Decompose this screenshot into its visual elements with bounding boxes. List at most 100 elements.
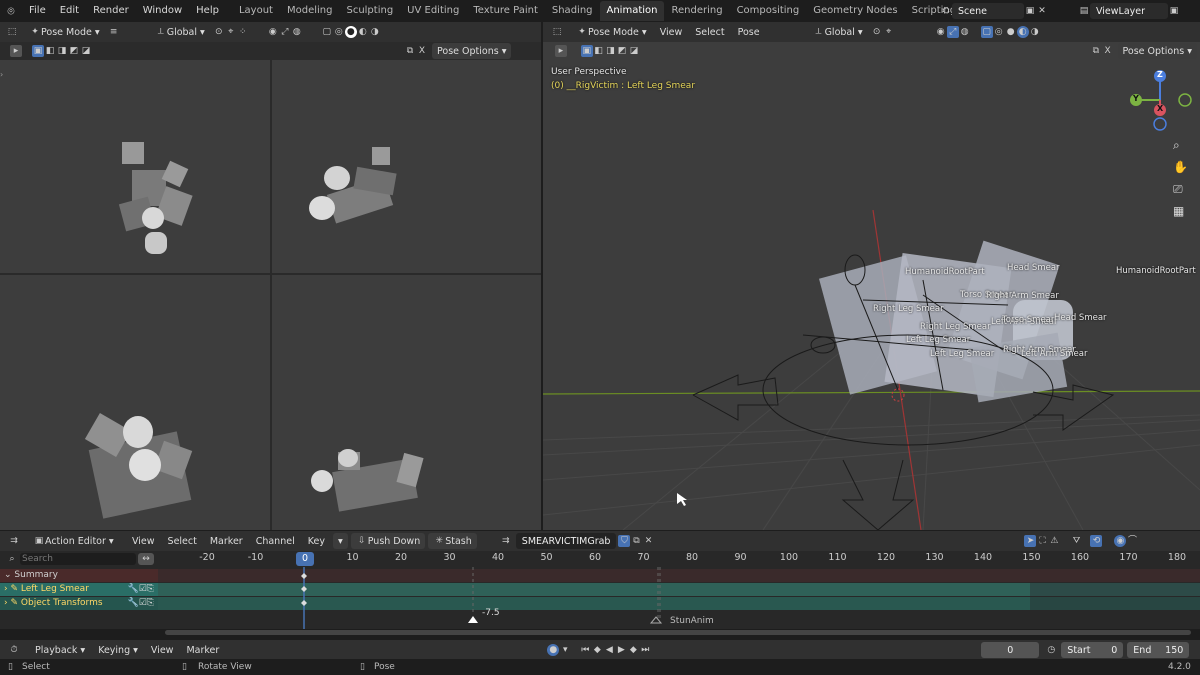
main-visibility-icon[interactable]: ◉ <box>935 26 947 38</box>
main-pose-options-button[interactable]: Pose Options ▾ <box>1117 43 1197 59</box>
delete-scene-icon[interactable]: ✕ <box>1036 5 1048 17</box>
overlay-icon[interactable]: ◍ <box>291 26 303 38</box>
tab-compositing[interactable]: Compositing <box>730 1 807 21</box>
main-pivot-icon[interactable]: ⊙ <box>871 26 883 38</box>
horizontal-scrollbar[interactable] <box>165 630 1191 635</box>
tl-menu-view[interactable]: View <box>146 642 179 658</box>
main-solid-shading-icon[interactable]: ● <box>1005 26 1017 38</box>
clock-icon[interactable]: ◷ <box>1045 644 1057 656</box>
interpolation-icon[interactable]: ⌒ <box>1126 535 1138 547</box>
main-editor-type-icon[interactable]: ⬚ <box>551 26 563 38</box>
stash-button[interactable]: ✳ Stash <box>428 533 477 549</box>
navigation-gizmo[interactable]: Z Y X <box>1128 66 1192 136</box>
current-frame-field[interactable]: 0 <box>981 642 1040 658</box>
keyframe-area[interactable]: ⌄ Summary › ✎ Left Leg Smear 🔧☑⎘ › ✎ Obj… <box>0 567 1200 629</box>
main-rendered-shading-icon[interactable]: ◑ <box>1029 26 1041 38</box>
show-hidden-icon[interactable]: ⛶ <box>1036 535 1048 547</box>
zoom-icon[interactable]: ⌕ <box>1173 138 1180 153</box>
viewlayer-field[interactable]: ViewLayer <box>1090 3 1168 19</box>
end-frame-field[interactable]: End 150 <box>1127 642 1190 658</box>
main-mirror-icon[interactable]: ⧉ <box>1090 45 1102 57</box>
frame-ruler[interactable]: -20 -10 10 20 30 40 50 60 70 80 90 100 110 120 130 140 1… <box>158 551 1200 567</box>
main-3d-viewport[interactable]: User Perspective (0) __RigVictim : Left … <box>543 60 1200 530</box>
main-menu-view[interactable]: View <box>655 24 688 40</box>
orientation-dropdown[interactable]: ⟂ Global ▾ <box>150 24 210 40</box>
hamburger-menu-icon[interactable]: ≡ <box>108 26 120 38</box>
action-browse-icon[interactable]: ⇉ <box>500 535 512 547</box>
pan-hand-icon[interactable]: ✋ <box>1173 160 1188 174</box>
jump-end-icon[interactable]: ⏭ <box>639 644 651 656</box>
left-pose-options-button[interactable]: Pose Options ▾ <box>432 43 512 59</box>
blender-logo-icon[interactable]: ⌾ <box>0 4 22 19</box>
xray-icon[interactable]: ▢ <box>321 26 333 38</box>
solid-shading-icon[interactable]: ● <box>344 26 357 38</box>
channel-left-leg-smear[interactable]: › ✎ Left Leg Smear 🔧☑⎘ <box>0 583 158 596</box>
snap-icon[interactable]: ⌖ <box>225 26 237 38</box>
only-errors-icon[interactable]: ⚠ <box>1048 535 1060 547</box>
jump-start-icon[interactable]: ⏮ <box>579 644 591 656</box>
editor-type-icon[interactable]: ⬚ <box>6 26 18 38</box>
main-gizmo-icon[interactable]: ⤢ <box>946 26 959 38</box>
main-select-invert-icon[interactable]: ◩ <box>616 45 628 57</box>
select-new-icon[interactable]: ▣ <box>32 45 44 57</box>
menu-edit[interactable]: Edit <box>53 0 86 22</box>
menu-window[interactable]: Window <box>136 0 189 22</box>
channel-search-input[interactable]: Search <box>20 553 136 565</box>
channel-toggles[interactable]: 🔧☑⎘ <box>128 583 154 596</box>
rendered-shading-icon[interactable]: ◑ <box>369 26 381 38</box>
menu-help[interactable]: Help <box>189 0 226 22</box>
push-down-button[interactable]: ⇩ Push Down <box>350 533 426 549</box>
duplicate-action-icon[interactable]: ⧉ <box>630 535 642 547</box>
current-frame-badge[interactable]: 0 <box>296 552 314 566</box>
tab-sculpting[interactable]: Sculpting <box>339 1 400 21</box>
snap-target-icon[interactable]: ⁘ <box>237 26 249 38</box>
tab-modeling[interactable]: Modeling <box>280 1 340 21</box>
tab-layout[interactable]: Layout <box>232 1 280 21</box>
main-xray-icon[interactable]: ▢ <box>980 26 993 38</box>
snapping-icon[interactable]: ◉ <box>1114 535 1127 547</box>
main-select-extend-icon[interactable]: ◧ <box>593 45 605 57</box>
scene-field[interactable]: Scene <box>952 3 1024 19</box>
tool-select-icon[interactable]: ▸ <box>10 45 22 57</box>
perspective-toggle-icon[interactable]: ▦ <box>1173 204 1184 218</box>
key-type-dropdown[interactable]: ▾ <box>332 533 348 549</box>
tab-shading[interactable]: Shading <box>545 1 600 21</box>
tab-animation[interactable]: Animation <box>599 1 665 21</box>
ae-menu-view[interactable]: View <box>127 533 160 549</box>
new-scene-icon[interactable]: ▣ <box>1024 5 1036 17</box>
play-reverse-icon[interactable]: ◀ <box>603 644 615 656</box>
pivot-icon[interactable]: ⊙ <box>213 26 225 38</box>
timeline-editor-icon[interactable]: ⏱ <box>8 644 20 656</box>
next-keyframe-icon[interactable]: ◆ <box>627 644 639 656</box>
gizmo-icon[interactable]: ⤢ <box>279 26 291 38</box>
main-tool-select-icon[interactable]: ▸ <box>555 45 567 57</box>
new-viewlayer-icon[interactable]: ▣ <box>1168 5 1180 17</box>
main-material-shading-icon[interactable]: ◐ <box>1016 26 1029 38</box>
filter-icon[interactable]: ⛛ <box>1070 535 1082 547</box>
prev-keyframe-icon[interactable]: ◆ <box>591 644 603 656</box>
wireframe-shading-icon[interactable]: ◎ <box>333 26 345 38</box>
keying-menu[interactable]: Keying ▾ <box>93 642 143 658</box>
main-select-new-icon[interactable]: ▣ <box>580 45 593 57</box>
main-select-intersect-icon[interactable]: ◪ <box>628 45 640 57</box>
x-axis-mirror-icon[interactable]: X <box>416 45 428 57</box>
select-subtract-icon[interactable]: ◨ <box>56 45 68 57</box>
menu-file[interactable]: File <box>22 0 53 22</box>
main-select-subtract-icon[interactable]: ◨ <box>604 45 616 57</box>
main-overlay-icon[interactable]: ◍ <box>959 26 971 38</box>
proportional-icon[interactable]: ⟲ <box>1090 535 1103 547</box>
main-menu-select[interactable]: Select <box>690 24 729 40</box>
tab-texture-paint[interactable]: Texture Paint <box>466 1 545 21</box>
material-shading-icon[interactable]: ◐ <box>357 26 369 38</box>
tl-menu-marker[interactable]: Marker <box>181 642 224 658</box>
camera-view-icon[interactable]: ⎚ <box>1173 182 1183 197</box>
mirror-icon[interactable]: ⧉ <box>404 45 416 57</box>
visibility-icon[interactable]: ◉ <box>267 26 279 38</box>
left-quad-viewport[interactable]: › <box>0 60 541 530</box>
playback-menu[interactable]: Playback ▾ <box>30 642 90 658</box>
expand-icon[interactable]: › <box>4 584 8 594</box>
tab-uv-editing[interactable]: UV Editing <box>400 1 466 21</box>
select-invert-icon[interactable]: ◩ <box>68 45 80 57</box>
fake-user-icon[interactable]: ⛉ <box>618 535 631 547</box>
main-menu-pose[interactable]: Pose <box>733 24 765 40</box>
